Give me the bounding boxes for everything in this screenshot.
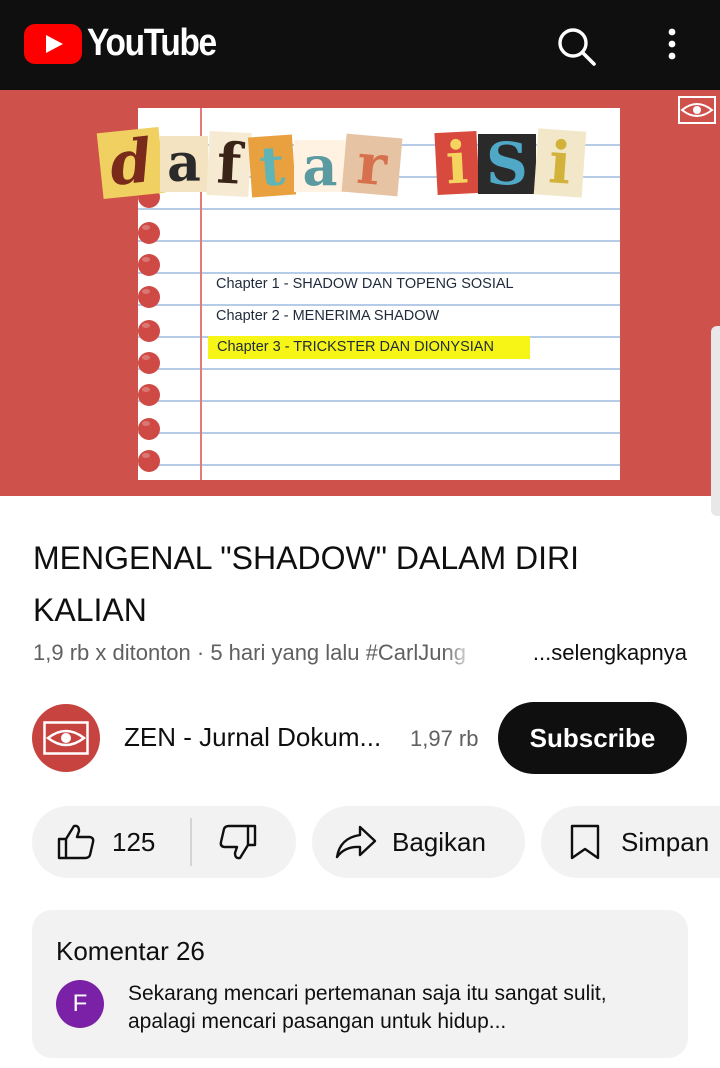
heading-letter: a [160,136,208,192]
thumbnail-heading: d a f t a r i S i [96,120,598,204]
binder-hole [138,352,160,374]
like-button[interactable]: 125 [32,806,190,878]
chapter-2: Chapter 2 - MENERIMA SHADOW [216,308,440,324]
bookmark-icon [570,824,600,860]
heading-letter: f [206,130,252,198]
show-more-link[interactable]: ...selengkapnya [533,640,687,666]
chapter-1: Chapter 1 - SHADOW DAN TOPENG SOSIAL [216,276,514,292]
binder-hole [138,254,160,276]
binder-hole [138,286,160,308]
eye-logo-icon [43,721,89,755]
comments-card[interactable]: Komentar 26 F Sekarang mencari pertemana… [32,910,688,1058]
heading-letter: r [341,131,403,199]
share-icon [335,825,377,859]
youtube-logo[interactable]: YouTube [24,22,233,65]
hashtag-link[interactable]: #CarlJung [366,640,476,666]
heading-letter: a [294,139,346,193]
save-label: Simpan [621,827,710,857]
share-label: Bagikan [392,827,486,857]
heading-letter: i [434,128,480,198]
top-comment-text: Sekarang mencari pertemanan saja itu san… [128,982,607,1033]
heading-letter: S [478,134,536,194]
channel-watermark-icon[interactable] [678,96,716,124]
thumbs-down-icon [219,824,257,860]
heading-letter: d [96,126,166,200]
comments-title: Komentar 26 [56,936,205,966]
video-player[interactable]: Chapter 1 - SHADOW DAN TOPENG SOSIAL Cha… [0,90,720,496]
share-button[interactable]: Bagikan [312,806,525,878]
binder-hole [138,320,160,342]
more-vert-icon[interactable] [656,24,688,68]
heading-letter: i [533,128,587,198]
thumbs-up-icon [57,824,95,860]
save-button[interactable]: Simpan [541,806,720,878]
channel-name[interactable]: ZEN - Jurnal Dokum... [124,722,381,753]
logo-text: YouTube [87,22,217,64]
search-icon[interactable] [554,24,598,68]
top-app-bar: YouTube [0,0,720,90]
heading-letter: t [247,133,297,199]
subscriber-count: 1,97 rb [410,726,479,751]
youtube-play-icon [24,23,82,64]
binder-hole [138,384,160,406]
video-meta[interactable]: 1,9 rb x ditonton · 5 hari yang lalu #Ca… [33,640,693,670]
subscribe-button[interactable]: Subscribe [498,702,687,774]
dislike-button[interactable] [192,806,296,878]
binder-hole [138,222,160,244]
channel-avatar[interactable] [32,704,100,772]
views-and-date: 1,9 rb x ditonton · 5 hari yang lalu [33,640,360,665]
commenter-avatar: F [56,980,104,1028]
binder-hole [138,418,160,440]
binder-hole [138,450,160,472]
video-title[interactable]: MENGENAL "SHADOW" DALAM DIRI KALIAN [33,532,673,636]
chapter-3-highlighted: Chapter 3 - TRICKSTER DAN DIONYSIAN [208,336,530,359]
like-count: 125 [112,827,156,857]
panel-drag-handle[interactable] [711,326,720,516]
like-dislike-group: 125 [32,806,296,878]
